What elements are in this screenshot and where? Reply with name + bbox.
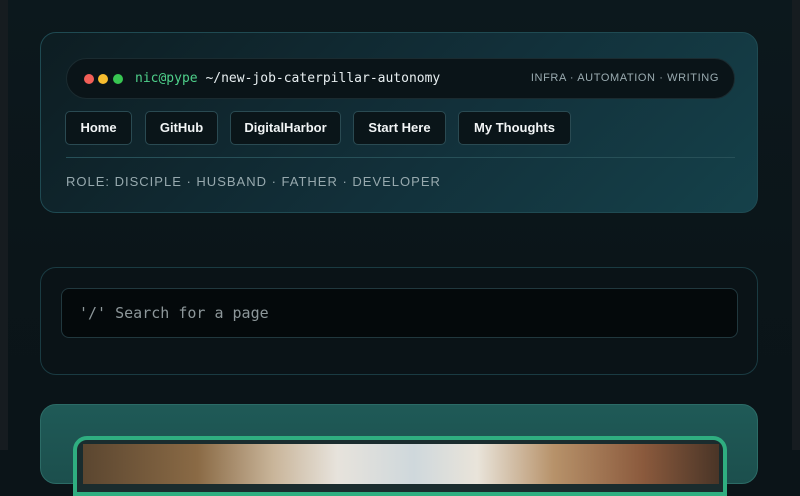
window-edge-right — [792, 0, 800, 450]
close-dot-icon — [84, 74, 94, 84]
search-input[interactable] — [61, 288, 738, 338]
featured-content-card — [40, 404, 758, 496]
header-card: nic@pype ~/new-job-caterpillar-autonomy … — [40, 32, 758, 213]
featured-image-frame — [73, 436, 727, 496]
featured-image — [83, 444, 719, 484]
header-tags: INFRA · AUTOMATION · WRITING — [530, 72, 719, 84]
search-card — [40, 267, 758, 375]
nav-start-here-button[interactable]: Start Here — [353, 111, 446, 145]
nav-my-thoughts-button[interactable]: My Thoughts — [458, 111, 571, 145]
terminal-prompt: nic@pype ~/new-job-caterpillar-autonomy — [135, 71, 440, 86]
header-divider — [66, 157, 735, 158]
terminal-bar: nic@pype ~/new-job-caterpillar-autonomy … — [66, 58, 735, 99]
terminal-user: nic@pype — [135, 71, 198, 86]
nav-digitalharbor-button[interactable]: DigitalHarbor — [230, 111, 341, 145]
role-line: ROLE: DISCIPLE · HUSBAND · FATHER · DEVE… — [66, 174, 441, 189]
window-edge-left — [0, 0, 8, 450]
nav-github-button[interactable]: GitHub — [145, 111, 218, 145]
minimize-dot-icon — [98, 74, 108, 84]
nav-home-button[interactable]: Home — [65, 111, 132, 145]
terminal-path: ~/new-job-caterpillar-autonomy — [205, 71, 441, 86]
zoom-dot-icon — [113, 74, 123, 84]
